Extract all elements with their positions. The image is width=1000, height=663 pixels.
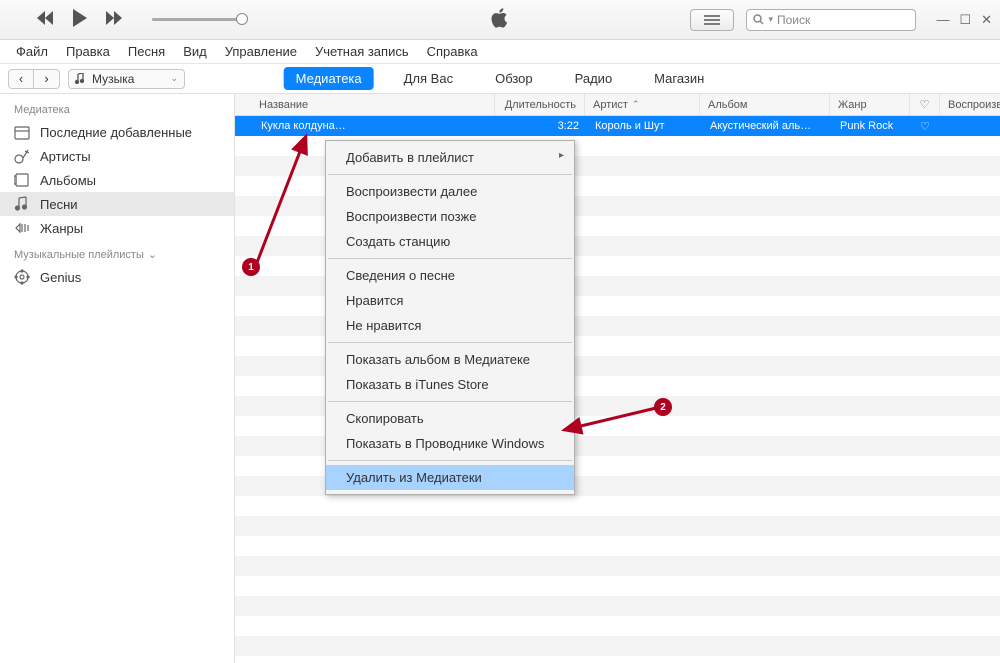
menu-controls[interactable]: Управление: [225, 44, 297, 59]
cm-play-later[interactable]: Воспроизвести позже: [326, 204, 574, 229]
cm-dislike[interactable]: Не нравится: [326, 313, 574, 338]
minimize-button[interactable]: —: [936, 12, 949, 27]
track-name: Кукла колдуна…: [253, 120, 497, 132]
track-heart-icon[interactable]: ♡: [912, 120, 942, 133]
sidebar-item-artists[interactable]: Артисты: [0, 144, 234, 168]
sidebar-label: Артисты: [40, 149, 91, 164]
cm-show-album[interactable]: Показать альбом в Медиатеке: [326, 347, 574, 372]
col-album[interactable]: Альбом: [700, 94, 830, 115]
menu-account[interactable]: Учетная запись: [315, 44, 409, 59]
cm-delete[interactable]: Удалить из Медиатеки: [326, 465, 574, 490]
sidebar-item-genres[interactable]: Жанры: [0, 216, 234, 240]
context-menu: Добавить в плейлист Воспроизвести далее …: [325, 140, 575, 495]
sidebar-label: Альбомы: [40, 173, 96, 188]
cm-copy[interactable]: Скопировать: [326, 406, 574, 431]
cm-show-windows[interactable]: Показать в Проводнике Windows: [326, 431, 574, 456]
play-button[interactable]: [72, 9, 88, 30]
col-genre[interactable]: Жанр: [830, 94, 910, 115]
col-duration[interactable]: Длительность: [495, 94, 585, 115]
sidebar-label: Песни: [40, 197, 78, 212]
sidebar-item-albums[interactable]: Альбомы: [0, 168, 234, 192]
tab-browse[interactable]: Обзор: [483, 67, 545, 90]
media-selector-label: Музыка: [92, 72, 134, 86]
sidebar-label: Жанры: [40, 221, 83, 236]
cm-create-station[interactable]: Создать станцию: [326, 229, 574, 254]
cm-song-info[interactable]: Сведения о песне: [326, 263, 574, 288]
menu-help[interactable]: Справка: [427, 44, 478, 59]
search-input[interactable]: ▾ Поиск: [746, 9, 916, 31]
menu-song[interactable]: Песня: [128, 44, 165, 59]
search-placeholder: Поиск: [777, 13, 810, 27]
col-heart[interactable]: ♡: [910, 94, 940, 115]
track-artist: Король и Шут: [587, 120, 702, 132]
volume-slider[interactable]: [152, 18, 242, 21]
cm-play-next[interactable]: Воспроизвести далее: [326, 179, 574, 204]
sidebar-library-head: Медиатека: [0, 100, 234, 120]
apple-logo-icon: [491, 8, 509, 31]
list-view-button[interactable]: [690, 9, 734, 31]
track-album: Акустический аль…: [702, 120, 832, 132]
media-selector[interactable]: Музыка ⌄: [68, 69, 185, 89]
tab-store[interactable]: Магазин: [642, 67, 716, 90]
sidebar-playlists-head[interactable]: Музыкальные плейлисты⌄: [0, 240, 234, 265]
tab-library[interactable]: Медиатека: [284, 67, 374, 90]
sidebar: Медиатека Последние добавленные Артисты …: [0, 94, 235, 663]
column-headers: Название Длительность Артист Альбом Жанр…: [235, 94, 1000, 116]
nav-forward-button[interactable]: ›: [34, 69, 60, 89]
menu-file[interactable]: Файл: [16, 44, 48, 59]
col-artist[interactable]: Артист: [585, 94, 700, 115]
menubar: Файл Правка Песня Вид Управление Учетная…: [0, 40, 1000, 64]
tab-radio[interactable]: Радио: [563, 67, 625, 90]
tab-for-you[interactable]: Для Вас: [392, 67, 465, 90]
menu-edit[interactable]: Правка: [66, 44, 110, 59]
sidebar-item-songs[interactable]: Песни: [0, 192, 234, 216]
sidebar-label: Genius: [40, 270, 81, 285]
track-duration: 3:22: [497, 120, 587, 132]
close-button[interactable]: ✕: [981, 12, 992, 28]
sidebar-label: Последние добавленные: [40, 125, 192, 140]
col-plays[interactable]: Воспроизвед: [940, 94, 1000, 115]
sidebar-item-genius[interactable]: Genius: [0, 265, 234, 289]
nav-back-button[interactable]: ‹: [8, 69, 34, 89]
cm-add-to-playlist[interactable]: Добавить в плейлист: [326, 145, 574, 170]
prev-button[interactable]: [36, 11, 54, 28]
cm-show-itunes[interactable]: Показать в iTunes Store: [326, 372, 574, 397]
col-name[interactable]: Название: [251, 94, 495, 115]
maximize-button[interactable]: ☐: [959, 12, 971, 28]
cm-like[interactable]: Нравится: [326, 288, 574, 313]
next-button[interactable]: [106, 11, 124, 28]
menu-view[interactable]: Вид: [183, 44, 207, 59]
track-row[interactable]: Кукла колдуна… 3:22 Король и Шут Акустич…: [235, 116, 1000, 136]
sidebar-item-recent[interactable]: Последние добавленные: [0, 120, 234, 144]
track-genre: Punk Rock: [832, 120, 912, 132]
